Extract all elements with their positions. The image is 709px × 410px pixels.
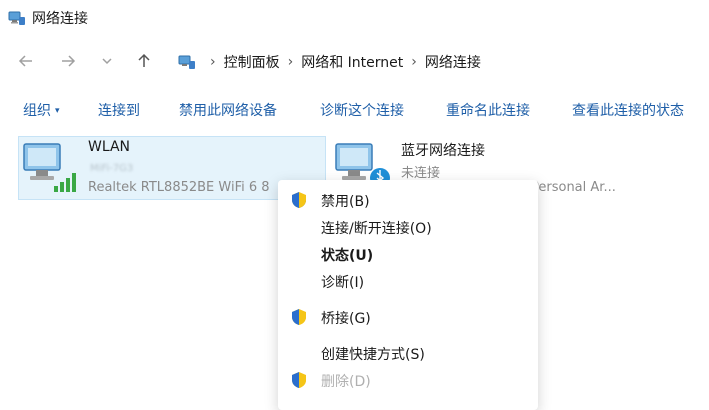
breadcrumb-separator-icon: › — [210, 54, 216, 70]
uac-shield-icon — [290, 308, 308, 330]
menu-item-label: 状态(U) — [321, 248, 374, 264]
control-panel-icon — [178, 53, 196, 71]
caret-down-icon: ▾ — [55, 106, 60, 116]
arrow-right-icon[interactable] — [58, 52, 78, 72]
navigation-bar: › 控制面板 › 网络和 Internet › 网络连接 — [0, 42, 709, 82]
breadcrumb-network-internet[interactable]: 网络和 Internet — [301, 52, 403, 72]
menu-item-create-shortcut[interactable]: 创建快捷方式(S) — [278, 340, 538, 366]
disable-device-button[interactable]: 禁用此网络设备 — [179, 100, 277, 120]
chevron-down-icon[interactable] — [97, 52, 117, 72]
menu-item-label: 连接/断开连接(O) — [321, 221, 432, 237]
connection-adapter: Personal Ar... — [531, 180, 616, 195]
organize-label: 组织 — [23, 103, 51, 119]
arrow-left-icon[interactable] — [16, 52, 36, 72]
menu-item-label: 创建快捷方式(S) — [321, 347, 425, 363]
context-menu: 禁用(B) 连接/断开连接(O) 状态(U) 诊断(I) 桥接(G) 创建快捷方… — [278, 180, 538, 410]
menu-item-bridge[interactable]: 桥接(G) — [278, 304, 538, 330]
window-title: 网络连接 — [32, 11, 88, 27]
rename-button[interactable]: 重命名此连接 — [446, 100, 530, 120]
menu-item-connect-disconnect[interactable]: 连接/断开连接(O) — [278, 214, 538, 240]
diagnose-button[interactable]: 诊断这个连接 — [320, 100, 404, 120]
connection-name: WLAN — [88, 139, 131, 155]
menu-item-label: 诊断(I) — [321, 275, 365, 291]
menu-item-label: 禁用(B) — [321, 194, 370, 210]
network-connections-icon — [8, 9, 26, 31]
title-bar: 网络连接 — [0, 0, 709, 36]
connect-to-button[interactable]: 连接到 — [98, 100, 140, 120]
breadcrumb-network-connections[interactable]: 网络连接 — [425, 52, 481, 72]
breadcrumb: › 控制面板 › 网络和 Internet › 网络连接 — [178, 50, 481, 74]
connection-adapter: Realtek RTL8852BE WiFi 6 8 — [88, 180, 270, 195]
view-status-button[interactable]: 查看此连接的状态 — [572, 100, 684, 120]
uac-shield-icon — [290, 371, 308, 393]
menu-item-status[interactable]: 状态(U) — [278, 241, 538, 267]
wifi-adapter-icon — [22, 140, 80, 198]
menu-item-diagnose[interactable]: 诊断(I) — [278, 268, 538, 294]
connection-status: 未连接 — [401, 166, 441, 181]
arrow-up-icon[interactable] — [134, 52, 154, 72]
organize-button[interactable]: 组织 ▾ — [23, 100, 60, 120]
menu-item-disable[interactable]: 禁用(B) — [278, 187, 538, 213]
command-bar: 组织 ▾ 连接到 禁用此网络设备 诊断这个连接 重命名此连接 查看此连接的状态 — [0, 96, 709, 122]
breadcrumb-separator-icon: › — [287, 54, 294, 70]
uac-shield-icon — [290, 191, 308, 213]
menu-item-delete: 删除(D) — [278, 367, 538, 393]
menu-item-label: 删除(D) — [321, 374, 371, 390]
breadcrumb-separator-icon: › — [411, 54, 417, 70]
breadcrumb-control-panel[interactable]: 控制面板 — [224, 52, 280, 72]
menu-item-label: 桥接(G) — [321, 311, 371, 327]
connection-name: 蓝牙网络连接 — [401, 143, 485, 159]
connection-ssid: MiFi-7G3 — [90, 163, 134, 174]
